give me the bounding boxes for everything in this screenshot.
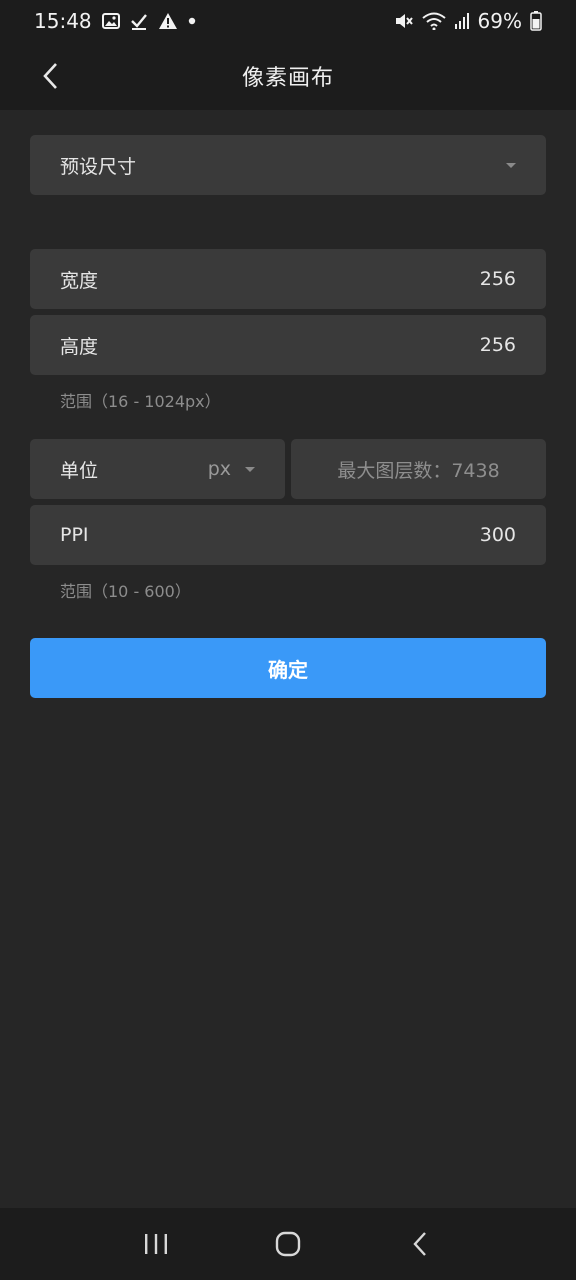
preset-size-dropdown[interactable]: 预设尺寸 (30, 135, 546, 195)
warning-icon (158, 12, 178, 30)
preset-size-label: 预设尺寸 (60, 155, 137, 178)
width-label: 宽度 (60, 269, 99, 292)
recent-apps-button[interactable] (126, 1214, 186, 1274)
ppi-field[interactable]: PPI 300 (30, 505, 546, 565)
ppi-label: PPI (60, 524, 89, 546)
max-layers-text: 最大图层数：7438 (337, 459, 500, 482)
home-button[interactable] (258, 1214, 318, 1274)
recent-apps-icon (145, 1234, 167, 1254)
signal-icon (454, 12, 470, 30)
status-bar: 15:48 69% (0, 0, 576, 42)
status-left: 15:48 (34, 9, 196, 33)
width-value[interactable]: 256 (480, 268, 516, 290)
max-layers-box: 最大图层数：7438 (291, 439, 546, 499)
unit-dropdown[interactable]: 单位 px (30, 439, 285, 499)
system-nav-bar (0, 1208, 576, 1280)
unit-value: px (207, 458, 231, 480)
status-right: 69% (394, 9, 542, 33)
app-bar: 像素画布 (0, 42, 576, 110)
height-label: 高度 (60, 335, 99, 358)
height-field[interactable]: 高度 256 (30, 315, 546, 375)
mute-icon (394, 12, 414, 30)
confirm-button[interactable]: 确定 (30, 638, 546, 698)
back-button[interactable] (30, 56, 70, 96)
caret-down-icon (245, 466, 255, 472)
check-icon (130, 12, 148, 30)
dot-icon (188, 17, 196, 25)
height-value[interactable]: 256 (480, 334, 516, 356)
ppi-value[interactable]: 300 (480, 524, 516, 546)
page-title: 像素画布 (241, 66, 334, 91)
home-icon (275, 1231, 301, 1257)
status-time: 15:48 (34, 9, 92, 33)
caret-down-icon (506, 162, 516, 168)
battery-percent: 69% (477, 9, 522, 33)
battery-icon (530, 11, 542, 31)
chevron-left-icon (43, 63, 57, 89)
size-range-hint: 范围（16 - 1024px） (60, 392, 221, 411)
image-icon (101, 12, 120, 30)
unit-label: 单位 (60, 459, 99, 482)
wifi-icon (421, 12, 446, 30)
ppi-range-hint: 范围（10 - 600） (60, 582, 191, 601)
width-field[interactable]: 宽度 256 (30, 249, 546, 309)
nav-back-button[interactable] (390, 1214, 450, 1274)
back-icon (413, 1232, 426, 1256)
